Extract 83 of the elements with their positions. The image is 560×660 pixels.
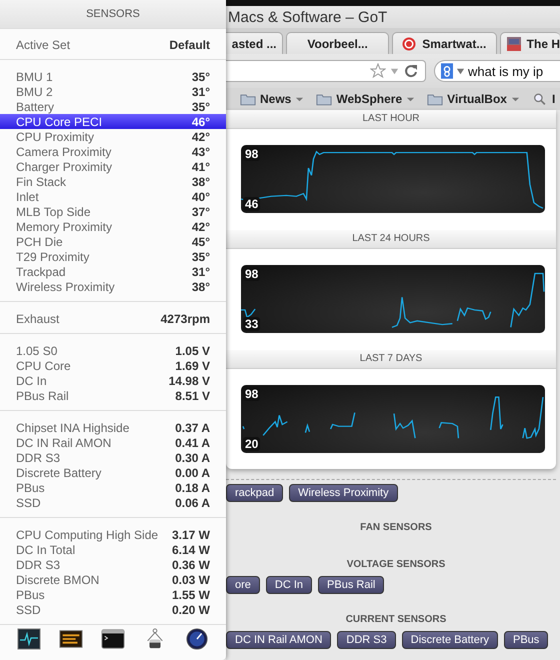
reload-icon[interactable] bbox=[403, 63, 419, 79]
bookmark-folder[interactable]: News bbox=[240, 92, 304, 106]
target-icon bbox=[402, 36, 416, 50]
terminal-icon[interactable] bbox=[101, 628, 125, 650]
sensor-button[interactable]: PBus Rail bbox=[318, 576, 384, 594]
gauge-icon[interactable] bbox=[185, 628, 209, 650]
bookmark-folder[interactable]: I bbox=[532, 92, 556, 106]
sensor-row[interactable]: PBus 1.55 W bbox=[0, 587, 226, 602]
sensor-button[interactable]: PBus bbox=[504, 631, 548, 649]
search-engine-icon[interactable] bbox=[441, 63, 453, 79]
sensor-row[interactable]: DDR S3 0.30 A bbox=[0, 450, 226, 465]
sensor-row[interactable]: BMU 2 31° bbox=[0, 84, 226, 99]
sensor-button[interactable]: DDR S3 bbox=[337, 631, 396, 649]
caret-icon bbox=[295, 94, 304, 104]
sensor-row[interactable]: SSD 0.06 A bbox=[0, 495, 226, 510]
folder-icon bbox=[240, 92, 256, 106]
sensor-row[interactable]: Chipset INA Highside 0.37 A bbox=[0, 420, 226, 435]
sensor-button[interactable]: DC IN Rail AMON bbox=[226, 631, 332, 649]
sensor-row[interactable]: BMU 1 35° bbox=[0, 69, 226, 84]
magnifier-icon bbox=[532, 92, 548, 106]
max-label: 98 bbox=[243, 267, 260, 281]
sensor-button[interactable]: Wireless Proximity bbox=[289, 484, 398, 502]
section-header: LAST 7 DAYS bbox=[226, 350, 556, 369]
sensor-row[interactable]: Camera Proximity 43° bbox=[0, 144, 226, 159]
section-header: LAST HOUR bbox=[226, 110, 556, 129]
section-header: LAST 24 HOURS bbox=[226, 230, 556, 249]
sensor-row[interactable]: Fin Stack 38° bbox=[0, 174, 226, 189]
sensor-row[interactable]: PBus Rail 8.51 V bbox=[0, 388, 226, 403]
sensor-row[interactable]: Discrete Battery 0.00 A bbox=[0, 465, 226, 480]
min-label: 20 bbox=[243, 437, 260, 451]
sensor-row[interactable]: PBus 0.18 A bbox=[0, 480, 226, 495]
sensor-row[interactable]: CPU Core 1.69 V bbox=[0, 358, 226, 373]
sensor-button[interactable]: DC In bbox=[266, 576, 312, 594]
pulse-monitor-icon[interactable] bbox=[17, 628, 41, 650]
max-label: 98 bbox=[243, 147, 260, 161]
sensor-row[interactable]: Discrete BMON 0.03 W bbox=[0, 572, 226, 587]
folder-icon bbox=[316, 92, 332, 106]
browser-tab[interactable]: Smartwat... bbox=[392, 32, 497, 54]
sensor-row[interactable]: DC In Total 6.14 W bbox=[0, 542, 226, 557]
sensor-row[interactable]: CPU Proximity 42° bbox=[0, 129, 226, 144]
sensor-button[interactable]: rackpad bbox=[226, 484, 284, 502]
url-field[interactable] bbox=[226, 60, 426, 82]
sensor-row[interactable]: SSD 0.20 W bbox=[0, 602, 226, 617]
sensor-row[interactable]: Memory Proximity 42° bbox=[0, 219, 226, 234]
folder-icon bbox=[427, 92, 444, 106]
menu-item[interactable]: Active Set Default bbox=[0, 37, 226, 52]
bookmark-folder[interactable]: WebSphere bbox=[316, 92, 416, 106]
section-title: VOLTAGE SENSORS bbox=[346, 559, 446, 570]
star-icon[interactable] bbox=[370, 63, 386, 79]
sensor-button[interactable]: Discrete Battery bbox=[402, 631, 498, 649]
sensor-row[interactable]: Inlet 40° bbox=[0, 189, 226, 204]
menu-header: SENSORS bbox=[0, 0, 226, 29]
sensor-row[interactable]: Charger Proximity 41° bbox=[0, 159, 226, 174]
sensor-row[interactable]: Trackpad 31° bbox=[0, 264, 226, 279]
search-field[interactable]: what is my ip bbox=[434, 60, 560, 82]
window-title: Macs & Software – GoT bbox=[228, 8, 388, 26]
min-label: 33 bbox=[243, 317, 260, 331]
sensor-row[interactable]: Exhaust 4273rpm bbox=[0, 311, 226, 326]
section-title: CURRENT SENSORS bbox=[346, 614, 446, 625]
thumbnail-icon bbox=[506, 36, 521, 50]
sensor-row[interactable]: T29 Proximity 35° bbox=[0, 249, 226, 264]
sensor-row[interactable]: MLB Top Side 37° bbox=[0, 204, 226, 219]
browser-tab[interactable]: The H bbox=[500, 32, 560, 54]
sensor-row[interactable]: Battery 35° bbox=[0, 99, 226, 114]
bookmark-folder[interactable]: VirtualBox bbox=[427, 92, 520, 106]
max-label: 98 bbox=[243, 387, 260, 401]
browser-tab[interactable]: asted ... bbox=[226, 32, 284, 54]
sensor-row[interactable]: PCH Die 45° bbox=[0, 234, 226, 249]
sensor-button[interactable]: ore bbox=[226, 576, 260, 594]
browser-tab[interactable]: Voorbeel... bbox=[286, 32, 389, 54]
sensor-row[interactable]: CPU Core PECI 46° bbox=[0, 114, 226, 129]
sensor-row[interactable]: DDR S3 0.36 W bbox=[0, 557, 226, 572]
caret-icon bbox=[510, 94, 520, 104]
sensor-row[interactable]: Wireless Proximity 38° bbox=[0, 279, 226, 294]
sensor-row[interactable]: DC IN Rail AMON 0.41 A bbox=[0, 435, 226, 450]
section-title: FAN SENSORS bbox=[360, 522, 432, 533]
caret-icon bbox=[406, 94, 416, 104]
log-screen-icon[interactable] bbox=[59, 628, 83, 650]
sensor-row[interactable]: 1.05 S0 1.05 V bbox=[0, 343, 226, 358]
caret-icon[interactable] bbox=[456, 66, 465, 76]
sensor-row[interactable]: DC In 14.98 V bbox=[0, 373, 226, 388]
min-label: 46 bbox=[243, 197, 260, 211]
sensor-row[interactable]: CPU Computing High Side 3.17 W bbox=[0, 527, 226, 542]
